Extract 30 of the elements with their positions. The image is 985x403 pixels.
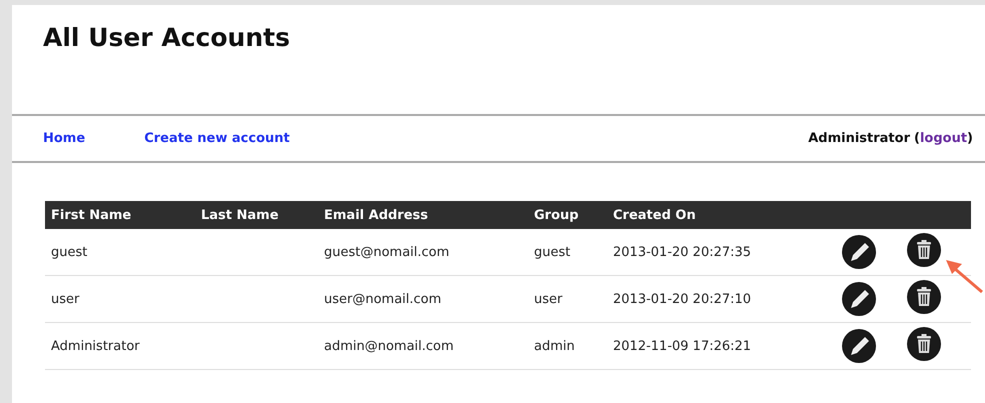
paren-text: ( (914, 131, 920, 146)
column-header: Created On (613, 208, 696, 222)
table-cell: Administrator (51, 338, 140, 354)
user-name: Administrator (808, 131, 910, 146)
table-cell: guest (534, 244, 570, 260)
column-header: First Name (51, 208, 132, 222)
paren-text: ) (967, 131, 973, 146)
edit-pencil-icon[interactable] (841, 281, 877, 317)
trash-icon[interactable] (906, 232, 942, 268)
table-cell: 2013-01-20 20:27:10 (613, 292, 752, 306)
column-header: Group (534, 208, 579, 222)
column-header: Email Address (324, 208, 428, 222)
table-cell: user (534, 292, 562, 306)
trash-icon[interactable] (906, 326, 942, 362)
nav-link[interactable]: Create new account (144, 131, 290, 146)
table-cell: 2012-11-09 17:26:21 (613, 338, 752, 354)
table-cell: 2013-01-20 20:27:35 (613, 244, 752, 260)
table-cell: admin@nomail.com (324, 338, 454, 354)
table-cell: admin (534, 338, 575, 354)
page-title: All User Accounts (43, 23, 291, 53)
table-cell: guest (51, 244, 88, 260)
logout-link[interactable]: logout (920, 131, 968, 146)
edit-pencil-icon[interactable] (841, 234, 877, 270)
trash-icon[interactable] (906, 279, 942, 315)
edit-pencil-icon[interactable] (841, 328, 877, 364)
table-cell: user@nomail.com (324, 292, 442, 306)
column-header: Last Name (201, 208, 279, 222)
nav-link[interactable]: Home (43, 131, 86, 146)
table-cell: guest@nomail.com (324, 244, 450, 260)
table-cell: user (51, 292, 80, 306)
